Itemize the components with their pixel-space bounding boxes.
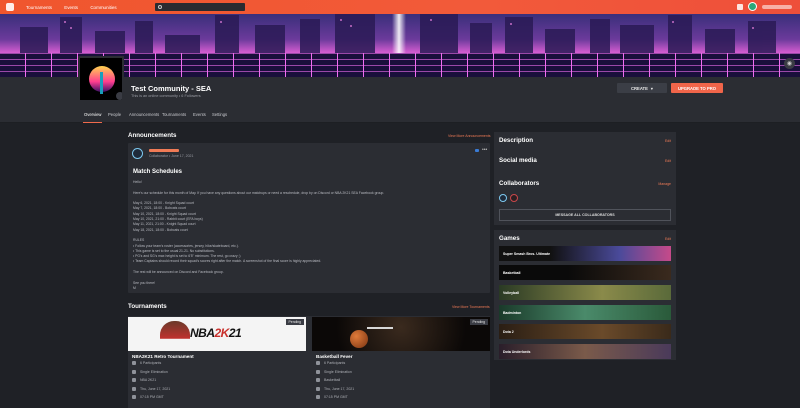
community-title: Test Community - SEA (131, 84, 212, 93)
pin-icon (475, 149, 479, 152)
collaborators-heading: Collaborators (499, 180, 540, 187)
post-meta: Collaborator • June 17, 2021 (149, 154, 194, 158)
tournament-format: Single Elimination (132, 368, 306, 377)
tab-overview[interactable]: Overview (82, 112, 103, 123)
tournament-format: Single Elimination (316, 368, 490, 377)
edit-games-link[interactable]: Edit (665, 237, 671, 241)
tournament-date: Thu, June 17, 2021 (132, 385, 306, 394)
gamepad-icon (132, 378, 136, 383)
create-button[interactable]: CREATE ▾ (617, 83, 667, 93)
nba2k21-logo: NBA2K21 (190, 326, 242, 340)
chevron-down-icon: ▾ (650, 85, 653, 91)
collaborator-avatar[interactable] (499, 194, 507, 202)
tournament-card[interactable]: Pending Basketball Fever 6 Participants … (312, 317, 490, 408)
tab-announcements[interactable]: Announcements (129, 112, 159, 117)
game-item[interactable]: Badminton (499, 305, 671, 320)
search-input[interactable] (155, 3, 245, 11)
nav-link-communities[interactable]: Communities (90, 5, 116, 10)
nav-link-tournaments[interactable]: Tournaments (26, 5, 52, 10)
top-nav-user-area (737, 2, 792, 11)
tab-people[interactable]: People (108, 112, 121, 117)
game-item[interactable]: Dota 2 (499, 324, 671, 339)
message-all-collaborators-button[interactable]: MESSAGE ALL COLLABORATORS (499, 209, 671, 221)
calendar-icon (132, 386, 136, 391)
social-media-heading: Social media (499, 157, 537, 164)
tournament-participants: 6 Participants (132, 359, 306, 368)
status-badge: Pending (285, 319, 304, 325)
collaborator-avatar[interactable] (510, 194, 518, 202)
games-heading: Games (499, 235, 520, 242)
tournament-date: Thu, June 17, 2021 (316, 385, 490, 394)
edit-social-media-link[interactable]: Edit (665, 159, 671, 163)
announcement-post: Collaborator • June 17, 2021 ••• Match S… (128, 143, 490, 293)
tournament-time: 07:15 PM GMT (132, 393, 306, 402)
game-item[interactable]: Super Smash Bros. Ultimate (499, 246, 671, 261)
tournament-game: Basketball (316, 376, 490, 385)
post-options-icon[interactable]: ••• (482, 147, 487, 153)
author-name[interactable] (149, 149, 179, 152)
app-logo-icon[interactable] (6, 3, 14, 11)
view-more-announcements-link[interactable]: View More Announcements (448, 134, 491, 138)
top-navbar: Tournaments Events Communities (0, 0, 800, 14)
gamepad-icon (316, 378, 320, 383)
post-body: Hello! Here's our schedule for this month… (133, 180, 485, 291)
nav-link-events[interactable]: Events (64, 5, 78, 10)
change-banner-camera-icon[interactable]: ◉ (784, 58, 795, 69)
avatar-palm-shape (100, 72, 103, 94)
clock-icon (316, 395, 320, 400)
manage-collaborators-link[interactable]: Manage (658, 182, 671, 186)
top-nav-links: Tournaments Events Communities (26, 5, 128, 10)
change-avatar-camera-icon[interactable] (116, 92, 122, 100)
tournament-game: NBA 2K21 (132, 376, 306, 385)
tournaments-heading: Tournaments (128, 303, 167, 310)
game-item[interactable]: Volleyball (499, 285, 671, 300)
basketball-shape (350, 330, 368, 348)
notification-icon[interactable] (737, 3, 743, 10)
tournament-banner-image: Pending (312, 317, 490, 351)
clock-icon (132, 395, 136, 400)
people-icon (132, 361, 136, 366)
community-avatar (78, 56, 124, 102)
tournament-card[interactable]: NBA2K21 Pending NBA2K21 Retro Tournament… (128, 317, 306, 408)
community-subtitle: This is an online community • 6 Follower… (131, 94, 201, 98)
author-avatar[interactable] (132, 148, 143, 159)
hoop-shape (367, 319, 393, 329)
tab-settings[interactable]: Settings (212, 112, 227, 117)
game-item[interactable]: Basketball (499, 265, 671, 280)
create-button-label: CREATE (630, 85, 648, 91)
tab-events[interactable]: Events (193, 112, 206, 117)
post-body-line: M (133, 285, 136, 290)
post-title: Match Schedules (133, 169, 183, 175)
people-icon (316, 361, 320, 366)
calendar-icon (316, 386, 320, 391)
status-badge: Pending (469, 319, 488, 325)
community-tabs: Overview People Announcements Tournament… (0, 107, 800, 123)
player-image (160, 321, 190, 351)
user-name[interactable] (762, 4, 792, 9)
bracket-icon (132, 369, 136, 374)
edit-description-link[interactable]: Edit (665, 139, 671, 143)
tournament-time: 07:15 PM GMT (316, 393, 490, 402)
tournament-banner-image: NBA2K21 Pending (128, 317, 306, 351)
upgrade-to-pro-button[interactable]: UPGRADE TO PRO (671, 83, 723, 93)
game-item[interactable]: Dota Underlords (499, 344, 671, 359)
bracket-icon (316, 369, 320, 374)
announcements-heading: Announcements (128, 132, 177, 139)
user-avatar[interactable] (748, 2, 757, 11)
tab-tournaments[interactable]: Tournaments (162, 112, 186, 117)
search-icon (158, 5, 162, 9)
view-more-tournaments-link[interactable]: View More Tournaments (452, 305, 490, 309)
tournament-participants: 6 Participants (316, 359, 490, 368)
description-heading: Description (499, 137, 534, 144)
